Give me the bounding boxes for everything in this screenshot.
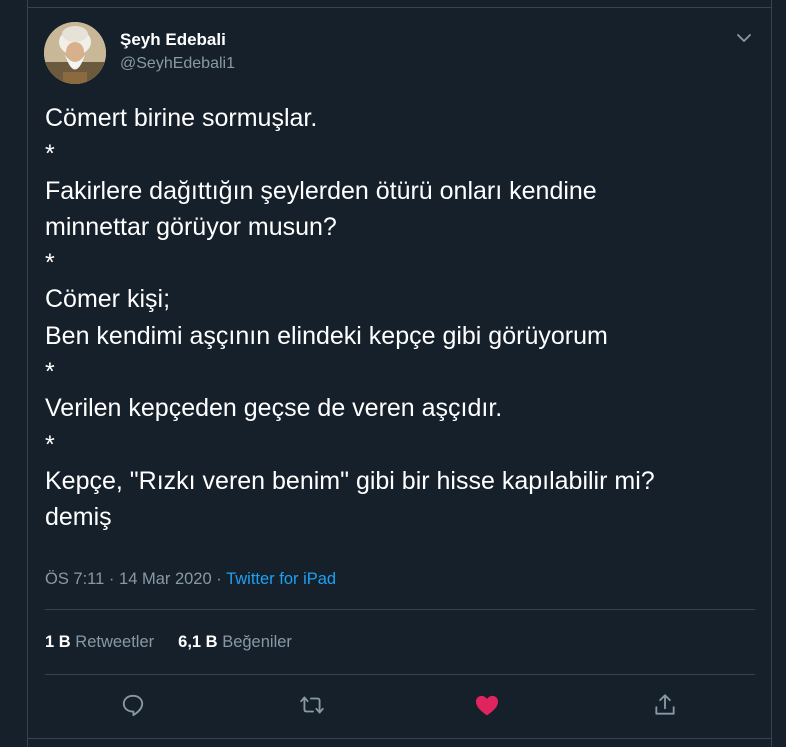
tweet-line: *: [45, 430, 55, 459]
tweet-line: Ben kendimi aşçının elindeki kepçe gibi …: [45, 321, 608, 350]
tweet-line: Fakirlere dağıttığın şeylerden ötürü onl…: [45, 176, 597, 205]
avatar-portrait: [44, 22, 106, 84]
meta-separator: ·: [216, 570, 222, 588]
tweet-line: *: [45, 249, 55, 278]
tweet-line: demiş: [45, 503, 112, 532]
meta-separator: ·: [108, 570, 115, 588]
retweets-count: 1 B: [45, 633, 71, 651]
tweet-line: Kepçe, "Rızkı veren benim" gibi bir hiss…: [45, 466, 655, 495]
retweets-label: Retweetler: [75, 633, 155, 651]
divider: [45, 674, 755, 675]
retweet-button[interactable]: [299, 692, 325, 718]
tweet-text: Cömert birine sormuşlar. * Fakirlere dağ…: [45, 100, 760, 536]
author-handle[interactable]: @SeyhEdebali1: [120, 55, 235, 73]
reply-icon: [122, 694, 144, 716]
reply-button[interactable]: [120, 692, 146, 718]
avatar[interactable]: [44, 22, 106, 84]
tweet-line: Cömert birine sormuşlar.: [45, 104, 318, 132]
top-divider: [27, 7, 772, 8]
tweet-stats: 1 B Retweetler 6,1 B Beğeniler: [45, 633, 292, 652]
tweet-line: *: [45, 358, 55, 387]
retweets-stat[interactable]: 1 B Retweetler: [45, 633, 154, 652]
author-name[interactable]: Şeyh Edebali: [120, 30, 226, 50]
likes-label: Beğeniler: [222, 633, 292, 651]
tweet-line: minnettar görüyor musun?: [45, 212, 337, 241]
chevron-down-icon[interactable]: [734, 28, 754, 48]
tweet-source-link[interactable]: Twitter for iPad: [226, 570, 336, 588]
divider: [45, 609, 755, 610]
bottom-divider: [27, 738, 772, 739]
likes-count: 6,1 B: [178, 633, 218, 651]
like-button[interactable]: [474, 692, 500, 718]
tweet-date[interactable]: 14 Mar 2020: [119, 570, 212, 588]
tweet-meta: ÖS 7:11 · 14 Mar 2020 · Twitter for iPad: [45, 570, 336, 589]
tweet-line: Verilen kepçeden geçse de veren aşçıdır.: [45, 394, 503, 423]
share-button[interactable]: [652, 692, 678, 718]
tweet-time[interactable]: ÖS 7:11: [45, 570, 104, 588]
tweet-line: Cömer kişi;: [45, 285, 171, 314]
share-icon: [655, 694, 675, 715]
likes-stat[interactable]: 6,1 B Beğeniler: [178, 633, 292, 652]
heart-icon: [475, 695, 499, 716]
retweet-icon: [300, 696, 324, 714]
tweet-line: *: [45, 140, 55, 169]
